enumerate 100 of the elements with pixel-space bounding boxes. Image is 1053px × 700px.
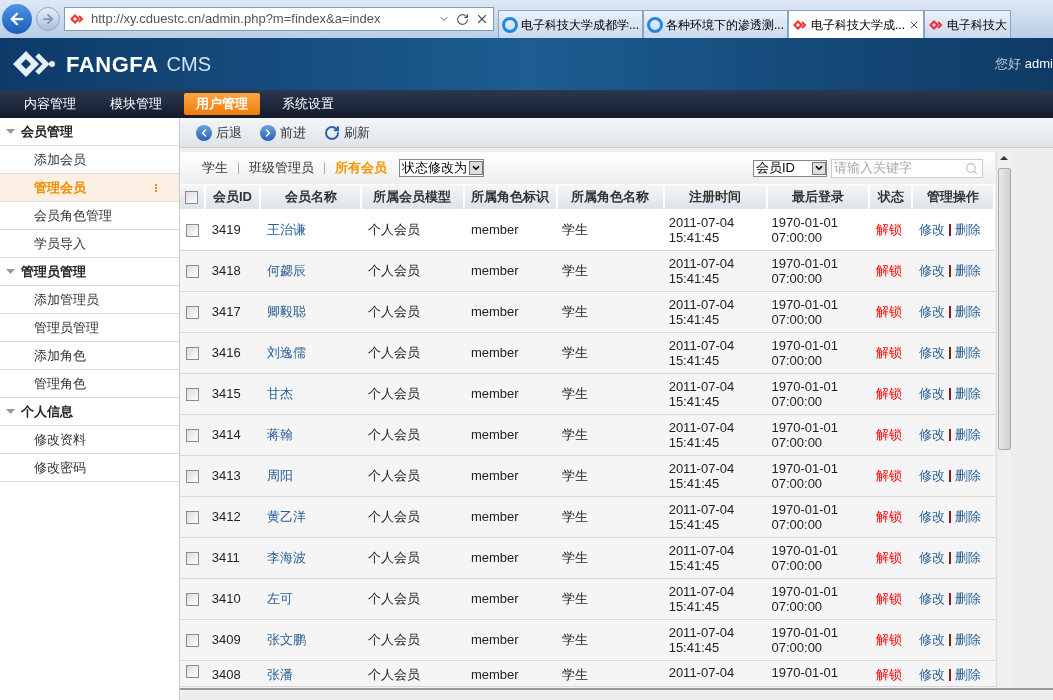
unlock-link[interactable]: 解锁 [876,632,903,648]
action-link[interactable]: 删除 [954,302,981,322]
unlock-link[interactable]: 解锁 [876,304,903,320]
toolbar-button[interactable]: 前进 [260,122,306,143]
member-name-link[interactable]: 左可 [267,591,294,607]
action-link[interactable]: 删除 [954,384,981,404]
action-link[interactable]: 修改 [918,507,945,527]
unlock-link[interactable]: 解锁 [876,222,903,238]
action-link[interactable]: 删除 [954,220,981,240]
member-name-link[interactable]: 周阳 [267,468,294,484]
browser-tab[interactable]: 电子科技大学成... [788,10,925,38]
group-title[interactable]: 个人信息 [21,401,73,422]
checkbox[interactable] [186,469,200,483]
action-link[interactable]: 删除 [954,589,981,609]
member-name-link[interactable]: 张文鹏 [267,632,307,648]
unlock-link[interactable]: 解锁 [876,509,903,525]
action-link[interactable]: 修改 [918,466,945,486]
search-field-select[interactable]: 会员ID [753,159,827,177]
member-name-link[interactable]: 王治谦 [267,222,307,238]
member-name-link[interactable]: 何勰辰 [267,263,307,279]
unlock-link[interactable]: 解锁 [876,345,903,361]
action-link[interactable]: 修改 [918,548,945,568]
action-link[interactable]: 修改 [918,220,945,240]
unlock-link[interactable]: 解锁 [876,263,903,279]
action-link[interactable]: 删除 [954,665,981,685]
checkbox[interactable] [186,592,200,606]
checkbox[interactable] [186,633,200,647]
checkbox[interactable] [186,387,200,401]
unlock-link[interactable]: 解锁 [876,667,903,682]
member-name-link[interactable]: 李海波 [267,550,307,566]
checkbox[interactable] [186,665,200,678]
sidebar-item[interactable]: 管理角色 [0,370,179,398]
action-link[interactable]: 修改 [918,630,945,650]
unlock-link[interactable]: 解锁 [876,591,903,607]
filter-tab[interactable]: 班级管理员 [249,158,314,178]
caret-icon[interactable] [6,268,15,275]
sidebar-item[interactable]: 添加管理员 [0,286,179,314]
close-icon[interactable] [475,12,489,26]
member-name-link[interactable]: 卿毅聪 [267,304,307,320]
checkbox[interactable] [186,510,200,524]
caret-icon[interactable] [6,408,15,415]
action-link[interactable]: 修改 [918,384,945,404]
nav-tab[interactable]: 模块管理 [98,93,174,115]
checkbox[interactable] [186,346,200,360]
caret-icon[interactable] [6,128,15,135]
date-text: 15:41:45 [668,271,721,286]
action-link[interactable]: 删除 [954,507,981,527]
filter-tab[interactable]: 学生 [202,158,228,178]
action-link[interactable]: 删除 [954,466,981,486]
reload-icon[interactable] [456,12,469,26]
toolbar-button[interactable]: 后退 [196,122,242,143]
sidebar-item[interactable]: 修改密码 [0,454,179,482]
group-title[interactable]: 管理员管理 [21,261,86,282]
checkbox[interactable] [185,190,199,204]
nav-tab[interactable]: 内容管理 [12,93,88,115]
browser-tab[interactable]: 电子科技大学成都学... [498,10,643,38]
scrollbar[interactable] [996,152,1011,688]
forward-button[interactable] [36,7,60,31]
browser-tab[interactable]: 电子科技大 [924,10,1012,38]
member-name-link[interactable]: 刘逸儒 [267,345,307,361]
unlock-link[interactable]: 解锁 [876,550,903,566]
unlock-link[interactable]: 解锁 [876,427,903,443]
status-select[interactable]: 状态修改为 [399,159,484,177]
scroll-up-icon[interactable] [1000,156,1008,160]
browser-tab[interactable]: 各种环境下的渗透测... [643,10,789,38]
scroll-thumb[interactable] [997,168,1011,450]
sidebar-item[interactable]: 管理员管理 [0,314,179,342]
sidebar-item[interactable]: 学员导入 [0,230,179,258]
checkbox[interactable] [186,428,200,442]
action-link[interactable]: 删除 [954,548,981,568]
action-link[interactable]: 删除 [954,261,981,281]
action-link[interactable]: 修改 [918,589,945,609]
checkbox[interactable] [186,305,200,319]
sidebar-item[interactable]: 修改资料 [0,426,179,454]
checkbox[interactable] [186,264,200,278]
sidebar-item[interactable]: 添加角色 [0,342,179,370]
checkbox[interactable] [186,551,200,565]
action-link[interactable]: 删除 [954,343,981,363]
unlock-link[interactable]: 解锁 [876,468,903,484]
sidebar-item[interactable]: 会员角色管理 [0,202,179,230]
checkbox[interactable] [186,223,200,237]
member-name-link[interactable]: 黄乙洋 [267,509,307,525]
action-link[interactable]: 修改 [918,261,945,281]
nav-tab[interactable]: 系统设置 [270,93,346,115]
action-link[interactable]: 修改 [918,343,945,363]
member-name-link[interactable]: 甘杰 [267,386,294,402]
action-link[interactable]: 删除 [954,630,981,650]
action-link[interactable]: 修改 [918,425,945,445]
search-icon[interactable] [965,161,978,175]
back-button[interactable] [2,4,32,34]
member-name-link[interactable]: 张潘 [267,667,294,682]
action-link[interactable]: 删除 [954,425,981,445]
group-title[interactable]: 会员管理 [21,121,73,142]
member-name-link[interactable]: 蒋翰 [267,427,294,443]
action-link[interactable]: 修改 [918,302,945,322]
action-link[interactable]: 修改 [918,665,945,685]
unlock-link[interactable]: 解锁 [876,386,903,402]
search-field[interactable]: 请输入关键字 [831,158,983,178]
toolbar-button[interactable]: 刷新 [324,122,370,143]
address-bar[interactable]: http://xy.cduestc.cn/admin.php?m=findex&a=index [64,7,494,31]
